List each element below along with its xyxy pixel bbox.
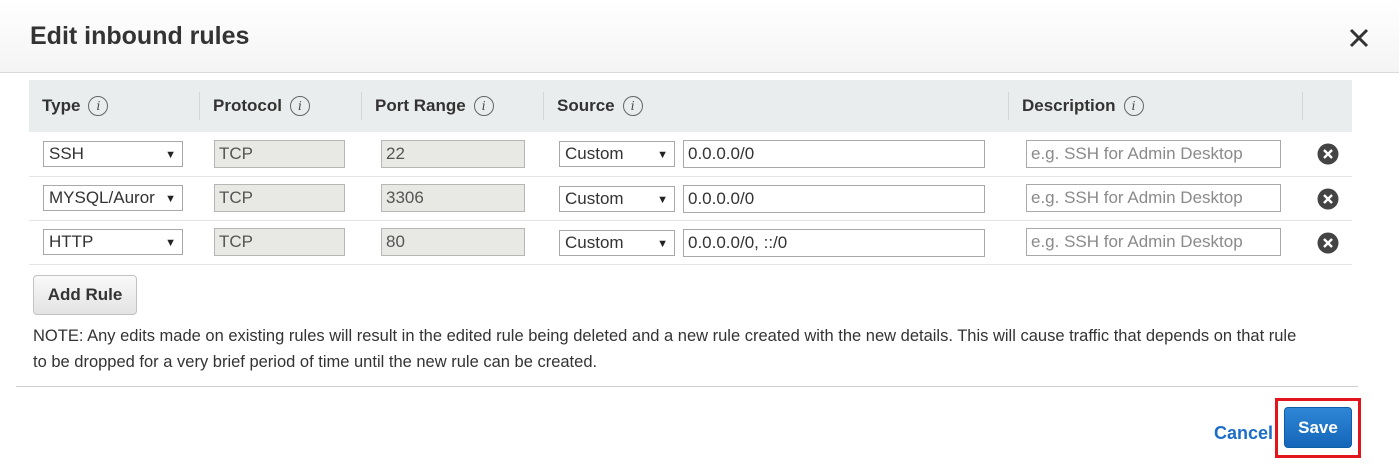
table-row: SSH ▼ TCP 22 Custom ▼ 0.0.0.0/0 e.g. SSH f… bbox=[29, 132, 1352, 176]
dropdown-arrow-icon: ▼ bbox=[657, 237, 668, 250]
port-range-field: 22 bbox=[381, 139, 525, 168]
edit-inbound-rules-modal: Edit inbound rules Type i Protocol i Port … bbox=[0, 0, 1399, 467]
table-row: HTTP ▼ TCP 80 Custom ▼ 0.0.0.0/0, ::/0 e.g… bbox=[29, 220, 1352, 264]
port-range-field: 3306 bbox=[381, 184, 525, 212]
info-icon[interactable]: i bbox=[622, 96, 643, 116]
description-input[interactable]: e.g. SSH for Admin Desktop bbox=[1026, 228, 1281, 256]
protocol-field: TCP bbox=[214, 184, 345, 212]
type-select[interactable]: MYSQL/Auror ▼ bbox=[43, 185, 183, 211]
dropdown-arrow-icon: ▼ bbox=[165, 148, 176, 161]
table-row: MYSQL/Auror ▼ TCP 3306 Custom ▼ 0.0.0.0/0 … bbox=[29, 176, 1352, 220]
source-cidr-input[interactable]: 0.0.0.0/0, ::/0 bbox=[683, 228, 985, 257]
dropdown-arrow-icon: ▼ bbox=[165, 193, 176, 205]
header-type: Type i bbox=[29, 80, 200, 132]
source-type-select[interactable]: Custom ▼ bbox=[559, 185, 675, 212]
dropdown-arrow-icon: ▼ bbox=[165, 237, 176, 249]
modal-title: Edit inbound rules bbox=[30, 22, 250, 50]
cancel-button[interactable]: Cancel bbox=[1214, 423, 1273, 444]
type-select[interactable]: HTTP ▼ bbox=[43, 229, 183, 255]
modal-header: Edit inbound rules bbox=[0, 0, 1399, 73]
info-icon[interactable]: i bbox=[88, 96, 109, 116]
inbound-rules-table: Type i Protocol i Port Range i Source i Desc… bbox=[29, 80, 1352, 265]
dropdown-arrow-icon: ▼ bbox=[657, 193, 668, 206]
edit-warning-note: NOTE: Any edits made on existing rules w… bbox=[33, 327, 1297, 371]
source-type-select[interactable]: Custom ▼ bbox=[559, 141, 675, 167]
remove-rule-icon[interactable] bbox=[1317, 143, 1339, 165]
source-cidr-input[interactable]: 0.0.0.0/0 bbox=[683, 184, 985, 213]
save-button[interactable]: Save bbox=[1284, 407, 1352, 448]
port-range-field: 80 bbox=[381, 228, 525, 256]
protocol-field: TCP bbox=[214, 228, 345, 256]
header-port-range: Port Range i bbox=[362, 80, 544, 132]
header-protocol: Protocol i bbox=[200, 80, 362, 132]
info-icon[interactable]: i bbox=[289, 96, 310, 116]
info-icon[interactable]: i bbox=[1123, 96, 1144, 116]
remove-rule-icon[interactable] bbox=[1317, 232, 1339, 254]
source-type-select[interactable]: Custom ▼ bbox=[559, 229, 675, 256]
protocol-field: TCP bbox=[214, 139, 345, 168]
close-icon[interactable] bbox=[1346, 25, 1372, 51]
source-cidr-input[interactable]: 0.0.0.0/0 bbox=[683, 140, 985, 168]
info-icon[interactable]: i bbox=[473, 96, 494, 116]
table-header-row: Type i Protocol i Port Range i Source i Desc… bbox=[29, 80, 1352, 132]
header-source: Source i bbox=[544, 80, 1009, 132]
remove-rule-icon[interactable] bbox=[1317, 188, 1339, 210]
type-select[interactable]: SSH ▼ bbox=[43, 140, 183, 167]
footer-divider bbox=[16, 386, 1358, 387]
add-rule-button[interactable]: Add Rule bbox=[33, 275, 137, 315]
header-actions bbox=[1303, 80, 1352, 132]
dropdown-arrow-icon: ▼ bbox=[657, 149, 668, 161]
description-input[interactable]: e.g. SSH for Admin Desktop bbox=[1026, 184, 1281, 212]
description-input[interactable]: e.g. SSH for Admin Desktop bbox=[1026, 139, 1281, 168]
header-description: Description i bbox=[1009, 80, 1303, 132]
